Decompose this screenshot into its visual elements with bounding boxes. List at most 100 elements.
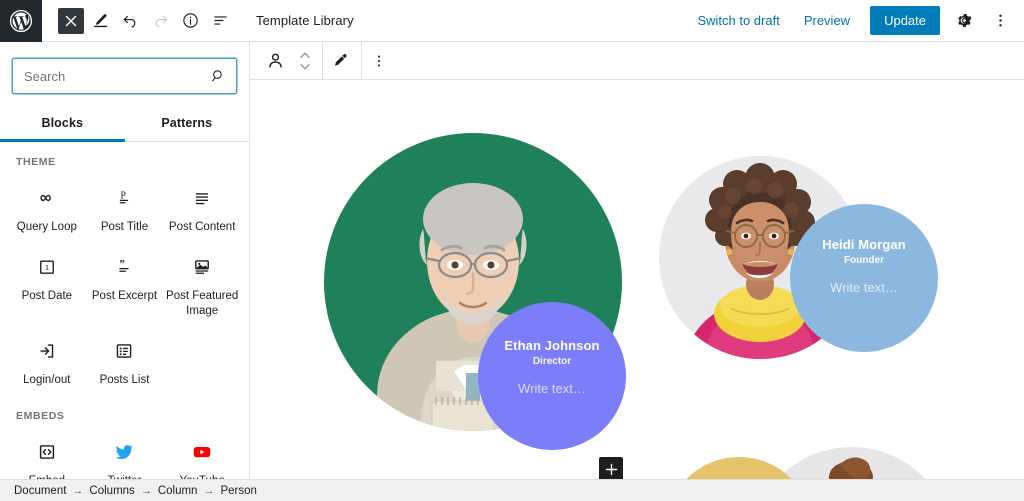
breadcrumb: Document → Columns → Column → Person [0,479,1024,501]
block-toolbar-group-primary [258,41,323,80]
person-block-type-button[interactable] [258,44,292,78]
search-icon [210,68,227,85]
block-options-button[interactable] [362,44,396,78]
person-name-circle-1[interactable]: Ethan Johnson Director Write text… [478,302,626,450]
wordpress-site-editor: Template Library Switch to draft Preview… [0,0,1024,501]
person-name-circle-2[interactable]: Heidi Morgan Founder Write text… [790,204,938,352]
gear-icon [957,13,972,28]
block-toolbar [250,41,1024,80]
category-label-theme: THEME [16,156,56,168]
wordpress-logo-icon [9,9,33,32]
person-role-1: Director [532,355,572,367]
post-title-icon: P [113,186,135,210]
block-edit-button[interactable] [323,44,357,78]
block-label: Login/out [23,373,71,386]
post-featured-image-icon [191,255,213,279]
editor-canvas-area: Ethan Johnson Director Write text… Heidi… [250,41,1024,479]
youtube-icon [191,440,213,464]
breadcrumb-item-columns[interactable]: Columns [89,485,134,497]
embed-code-icon [36,440,58,464]
block-item-youtube[interactable]: YouTube [163,430,241,479]
more-options-button[interactable] [984,5,1016,37]
tab-patterns-label: Patterns [161,116,213,130]
tab-patterns[interactable]: Patterns [125,104,250,141]
block-item-embed[interactable]: Embed [8,430,86,479]
inserter-tabs: Blocks Patterns [0,104,249,142]
block-item-post-content[interactable]: Post Content [163,176,241,243]
template-preview[interactable]: Ethan Johnson Director Write text… Heidi… [250,80,1024,479]
block-label: Post Title [100,221,149,233]
block-item-login-out[interactable]: Login/out [8,329,86,396]
block-item-post-date[interactable]: 1 Post Date [8,245,86,327]
block-item-post-featured-image[interactable]: Post Featured Image [163,245,241,327]
block-label: Post Date [21,289,73,302]
block-label: Posts List [99,373,150,386]
person-bio-placeholder-2[interactable]: Write text… [830,280,898,295]
inserter-search-wrapper [0,42,249,104]
person-name-2: Heidi Morgan [822,237,906,252]
person-name-1: Ethan Johnson [504,338,600,353]
block-label: Post Content [168,221,236,233]
block-label: Post Excerpt [91,289,158,302]
block-item-post-excerpt[interactable]: ” Post Excerpt [86,245,164,327]
block-inserter-panel: Blocks Patterns THEME Qu [0,42,250,479]
category-label-embeds: EMBEDS [16,409,65,422]
tab-blocks[interactable]: Blocks [0,104,125,142]
person-bio-placeholder-1[interactable]: Write text… [518,381,586,396]
preview-button[interactable]: Preview [794,7,860,34]
block-item-post-title[interactable]: P Post Title [86,176,164,243]
switch-to-draft-button[interactable]: Switch to draft [687,7,789,34]
login-out-icon [36,339,58,363]
breadcrumb-item-person[interactable]: Person [220,485,256,497]
more-options-icon [998,14,1002,27]
undo-button[interactable] [116,7,144,35]
list-view-icon [213,16,227,25]
move-down-icon [300,63,310,69]
block-appender-button[interactable] [599,457,623,479]
header-tool-group [42,7,234,35]
close-inserter-button[interactable] [58,7,84,34]
block-label: Query Loop [16,221,77,233]
settings-button[interactable] [948,5,980,37]
update-button[interactable]: Update [870,6,940,35]
breadcrumb-item-document[interactable]: Document [14,485,66,497]
wordpress-logo-button[interactable] [0,0,42,42]
block-options-icon [377,54,381,67]
posts-list-icon [113,339,135,363]
edit-mode-button[interactable] [86,7,114,35]
block-item-twitter[interactable]: Twitter [86,430,164,479]
post-date-icon: 1 [36,255,58,279]
person-block-icon [268,53,282,68]
block-item-query-loop[interactable]: Query Loop [8,176,86,243]
breadcrumb-separator: → [140,484,152,497]
details-info-icon [182,13,198,28]
redo-icon [155,15,167,28]
person-role-2: Founder [844,254,884,266]
details-button[interactable] [176,7,204,35]
block-grid-embeds: Embed Twitter [0,426,249,479]
list-view-button[interactable] [206,7,234,35]
twitter-icon [113,440,135,464]
undo-icon [123,15,135,28]
editor-header: Template Library Switch to draft Preview… [0,0,1024,42]
search-input[interactable] [13,59,236,93]
close-icon [65,15,77,26]
block-item-posts-list[interactable]: Posts List [86,329,164,396]
plus-icon [605,463,617,475]
edit-mode-icon [93,14,107,28]
move-up-icon [300,52,310,58]
post-excerpt-icon: ” [113,255,135,279]
search-box[interactable] [12,58,237,94]
breadcrumb-separator: → [72,484,84,497]
block-toolbar-group-more [362,42,400,80]
tab-blocks-label: Blocks [41,116,84,130]
block-list-scroll[interactable]: THEME Query Loop P Post Title Post Conte… [0,142,249,479]
svg-text:1: 1 [45,263,49,272]
breadcrumb-item-column[interactable]: Column [158,485,198,497]
block-movers[interactable] [292,50,318,72]
redo-button[interactable] [146,7,174,35]
post-content-icon [191,186,213,210]
block-label: Post Featured Image [166,289,239,317]
pencil-edit-icon [335,53,347,66]
document-title: Template Library [256,13,354,28]
